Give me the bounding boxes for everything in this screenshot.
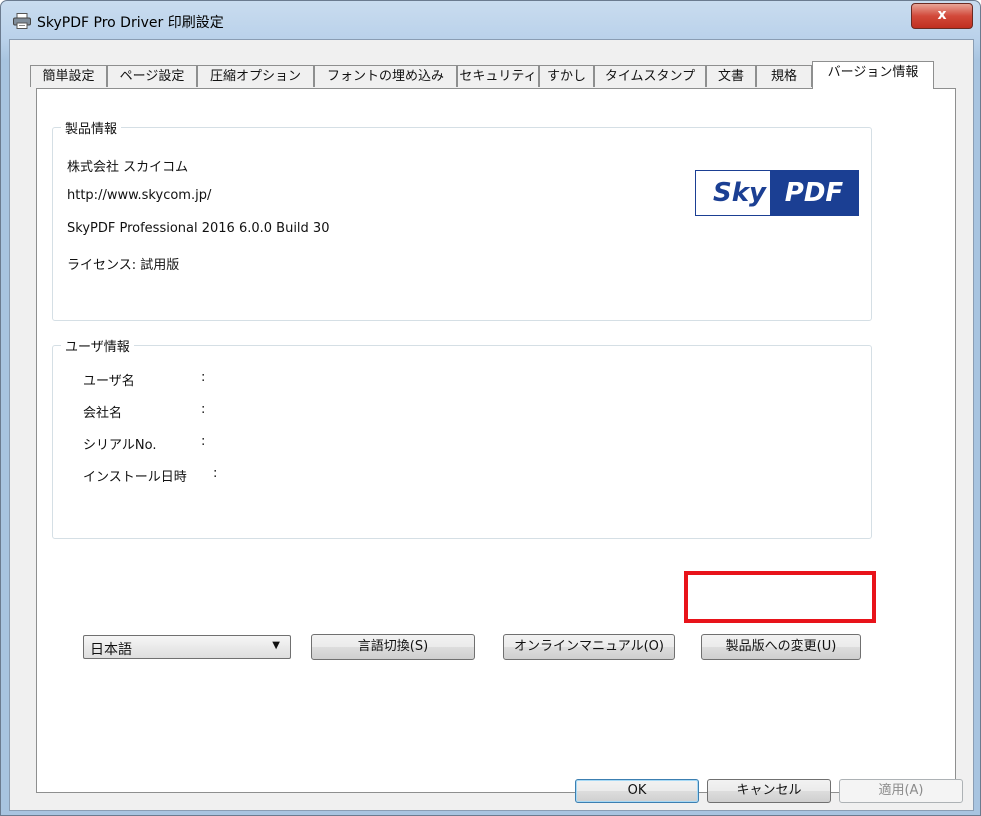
product-version: SkyPDF Professional 2016 6.0.0 Build 30 [67,221,330,236]
language-select[interactable]: 日本語 ▼ [83,635,291,659]
company-name-row: 会社名 : [83,402,205,421]
close-icon: x [937,7,947,23]
product-info-group: 製品情報 株式会社 スカイコム http://www.skycom.jp/ Sk… [52,118,872,321]
tab-standards[interactable]: 規格 [756,65,812,87]
user-name-row: ユーザ名 : [83,370,205,389]
install-date-row: インストール日時 : [83,466,217,485]
version-info-panel: 製品情報 株式会社 スカイコム http://www.skycom.jp/ Sk… [36,88,956,793]
tab-watermark[interactable]: すかし [539,65,594,87]
ok-button[interactable]: OK [575,779,699,803]
product-info-legend: 製品情報 [61,118,122,137]
company-name-colon: : [201,402,206,417]
company-url: http://www.skycom.jp/ [67,188,212,203]
switch-language-button[interactable]: 言語切換(S) [311,634,475,660]
serial-no-colon: : [201,434,206,449]
title-bar[interactable]: SkyPDF Pro Driver 印刷設定 x [1,1,980,39]
highlight-box [684,571,876,623]
company-name: 株式会社 スカイコム [67,160,189,175]
tab-security[interactable]: セキュリティ [457,65,539,87]
tab-font-embedding[interactable]: フォントの埋め込み [314,65,457,87]
license-status: ライセンス: 試用版 [67,258,180,273]
window-title: SkyPDF Pro Driver 印刷設定 [37,15,224,31]
print-settings-window: SkyPDF Pro Driver 印刷設定 x 簡単設定 ページ設定 圧縮オプ… [0,0,981,816]
user-name-label: ユーザ名 [83,374,135,389]
chevron-down-icon: ▼ [272,640,280,651]
company-name-label: 会社名 [83,406,123,421]
ok-label: OK [627,783,647,798]
user-info-legend: ユーザ情報 [61,336,134,355]
serial-no-row: シリアルNo. : [83,434,205,453]
online-manual-button[interactable]: オンラインマニュアル(O) [503,634,675,660]
tab-compression-options[interactable]: 圧縮オプション [197,65,314,87]
user-info-group: ユーザ情報 ユーザ名 : 会社名 : シリアルNo. : インストール日時 : [52,336,872,539]
cancel-label: キャンセル [736,783,802,798]
apply-button[interactable]: 適用(A) [839,779,963,803]
online-manual-label: オンラインマニュアル(O) [514,639,664,654]
tab-page-settings[interactable]: ページ設定 [107,65,197,87]
install-date-label: インストール日時 [83,470,187,485]
language-select-value: 日本語 [90,642,132,658]
change-to-product-label: 製品版への変更(U) [725,639,837,654]
apply-label: 適用(A) [878,783,924,798]
tab-document[interactable]: 文書 [706,65,756,87]
user-name-colon: : [201,370,206,385]
change-to-product-button[interactable]: 製品版への変更(U) [701,634,861,660]
install-date-colon: : [213,466,218,481]
tab-version-info[interactable]: バージョン情報 [812,61,934,89]
printer-icon [13,13,31,29]
serial-no-label: シリアルNo. [83,438,157,453]
dialog-body: 簡単設定 ページ設定 圧縮オプション フォントの埋め込み セキュリティ すかし … [9,39,974,811]
logo-pdf-text: PDF [770,171,858,215]
logo-sky-text: Sky [696,171,770,215]
switch-language-label: 言語切換(S) [357,639,429,654]
cancel-button[interactable]: キャンセル [707,779,831,803]
tab-timestamp[interactable]: タイムスタンプ [594,65,706,87]
skypdf-logo: Sky PDF [695,170,859,216]
close-button[interactable]: x [911,3,973,29]
tab-simple-settings[interactable]: 簡単設定 [30,65,107,87]
